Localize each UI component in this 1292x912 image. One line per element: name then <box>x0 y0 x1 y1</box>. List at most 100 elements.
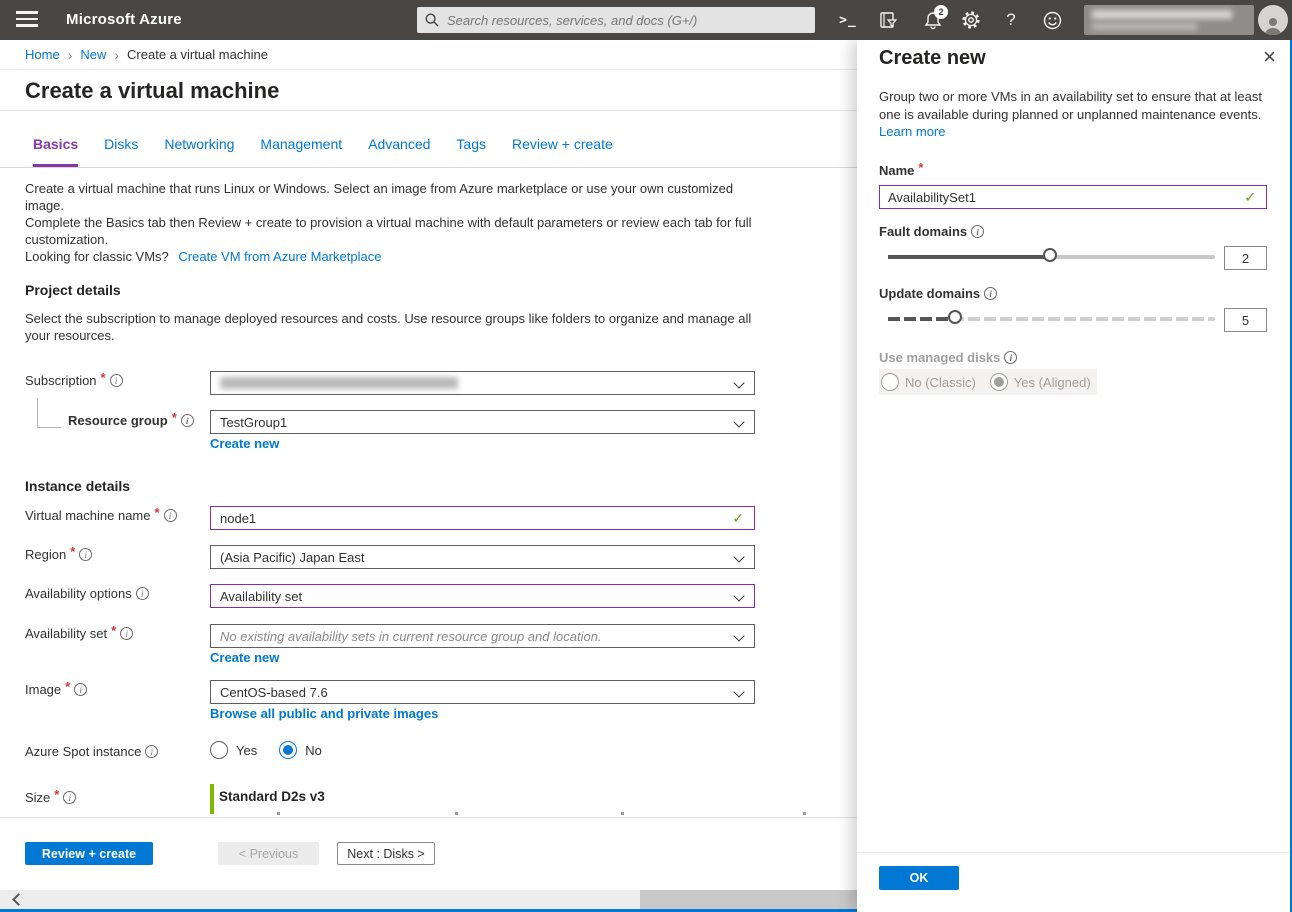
spot-yes-radio[interactable] <box>210 741 228 759</box>
info-icon: i <box>1004 351 1017 364</box>
required-asterisk: * <box>111 623 116 638</box>
size-label: Size*i <box>25 790 76 805</box>
managed-disks-no-radio <box>881 373 899 391</box>
spot-no-radio[interactable] <box>279 741 297 759</box>
region-dropdown[interactable]: (Asia Pacific) Japan East <box>210 545 755 569</box>
update-domains-value[interactable]: 5 <box>1224 308 1267 332</box>
availability-set-dropdown[interactable]: No existing availability sets in current… <box>210 624 755 648</box>
title-divider <box>0 110 857 111</box>
panel-description: Group two or more VMs in an availability… <box>879 88 1271 124</box>
learn-more-link[interactable]: Learn more <box>879 124 945 139</box>
tab-tags[interactable]: Tags <box>456 136 486 167</box>
tab-networking[interactable]: Networking <box>164 136 234 167</box>
resource-group-create-new-link[interactable]: Create new <box>210 436 279 451</box>
size-subtext-clipped <box>219 812 809 816</box>
availability-options-label: Availability optionsi <box>25 586 149 601</box>
cloud-shell-icon[interactable]: >_ <box>831 0 865 40</box>
help-icon[interactable]: ? <box>994 0 1028 40</box>
fault-domains-value[interactable]: 2 <box>1224 246 1267 270</box>
tab-management[interactable]: Management <box>260 136 342 167</box>
tab-review-create[interactable]: Review + create <box>512 136 613 167</box>
panel-footer-divider <box>857 852 1290 853</box>
fault-domains-slider[interactable] <box>888 255 1215 259</box>
review-create-button[interactable]: Review + create <box>25 842 153 865</box>
info-icon: i <box>145 745 158 758</box>
directory-filter-icon[interactable] <box>871 0 905 40</box>
previous-button[interactable]: < Previous <box>218 842 319 865</box>
instance-details-heading: Instance details <box>25 478 130 494</box>
search-icon <box>425 13 439 27</box>
chevron-left-icon[interactable] <box>12 893 25 906</box>
availability-set-label: Availability set*i <box>25 626 133 641</box>
account-info-blurred <box>1084 5 1254 35</box>
browse-images-link[interactable]: Browse all public and private images <box>210 706 438 721</box>
size-value: Standard D2s v3 <box>219 789 325 804</box>
horizontal-scrollbar[interactable] <box>0 890 857 909</box>
subscription-resourcegroup-connector <box>37 398 61 428</box>
chevron-down-icon <box>733 551 744 562</box>
update-domains-slider[interactable] <box>888 317 1215 321</box>
valid-check-icon: ✓ <box>1244 189 1256 206</box>
subscription-dropdown[interactable] <box>210 371 755 395</box>
managed-disks-label: Use managed disksi <box>879 350 1017 365</box>
search-input[interactable] <box>447 13 807 28</box>
breadcrumb-new[interactable]: New <box>80 47 106 62</box>
create-vm-marketplace-link[interactable]: Create VM from Azure Marketplace <box>178 249 381 264</box>
intro-line-3: Looking for classic VMs? <box>25 249 169 264</box>
info-icon: i <box>181 414 194 427</box>
intro-text: Create a virtual machine that runs Linux… <box>25 180 765 265</box>
info-icon: i <box>79 548 92 561</box>
as-name-input[interactable] <box>888 190 1242 205</box>
info-icon: i <box>120 627 133 640</box>
image-dropdown[interactable]: CentOS-based 7.6 <box>210 680 755 704</box>
managed-disks-no-label: No (Classic) <box>905 375 976 390</box>
fault-domains-slider-handle[interactable] <box>1043 248 1057 262</box>
scrollbar-thumb[interactable] <box>640 890 857 909</box>
availability-options-dropdown[interactable]: Availability set <box>210 584 755 608</box>
availability-set-create-new-link[interactable]: Create new <box>210 650 279 665</box>
info-icon: i <box>984 287 997 300</box>
valid-check-icon: ✓ <box>732 510 744 527</box>
avatar[interactable] <box>1258 5 1288 35</box>
breadcrumb-home[interactable]: Home <box>25 47 60 62</box>
chevron-down-icon <box>733 377 744 388</box>
region-label: Region*i <box>25 547 92 562</box>
required-asterisk: * <box>101 370 106 385</box>
image-value: CentOS-based 7.6 <box>220 685 328 700</box>
resource-group-value: TestGroup1 <box>220 415 287 430</box>
tab-advanced[interactable]: Advanced <box>368 136 430 167</box>
tab-disks[interactable]: Disks <box>104 136 138 167</box>
settings-gear-icon[interactable] <box>954 0 988 40</box>
notifications-bell-icon[interactable]: 2 <box>916 0 950 40</box>
intro-line-2: Complete the Basics tab then Review + cr… <box>25 214 765 248</box>
feedback-smiley-icon[interactable] <box>1035 0 1069 40</box>
subscription-label: Subscription*i <box>25 373 123 388</box>
chevron-down-icon <box>733 686 744 697</box>
top-bar: Microsoft Azure >_ 2 ? <box>0 0 1292 40</box>
managed-disks-radio-group: No (Classic) Yes (Aligned) <box>879 369 1097 395</box>
chevron-down-icon <box>733 416 744 427</box>
update-domains-label: Update domainsi <box>879 286 997 301</box>
resource-group-dropdown[interactable]: TestGroup1 <box>210 410 755 434</box>
hamburger-menu-icon[interactable] <box>16 11 38 29</box>
image-label: Image*i <box>25 682 87 697</box>
chevron-down-icon <box>733 630 744 641</box>
update-domains-slider-handle[interactable] <box>948 310 962 324</box>
ok-button[interactable]: OK <box>879 866 959 890</box>
project-details-heading: Project details <box>25 282 121 298</box>
tab-basics[interactable]: Basics <box>33 136 78 167</box>
breadcrumb-separator-icon: › <box>68 47 73 63</box>
global-search[interactable] <box>417 7 815 33</box>
next-disks-button[interactable]: Next : Disks > <box>337 842 435 865</box>
info-icon: i <box>74 683 87 696</box>
vm-name-input[interactable] <box>220 511 726 526</box>
required-asterisk: * <box>155 505 160 520</box>
as-name-label: Name* <box>879 163 923 178</box>
panel-title: Create new <box>879 47 986 70</box>
close-icon[interactable]: × <box>1263 44 1276 70</box>
managed-disks-yes-radio <box>990 373 1008 391</box>
person-icon <box>1262 15 1284 35</box>
spot-instance-label: Azure Spot instancei <box>25 744 158 759</box>
fault-domains-label: Fault domainsi <box>879 224 984 239</box>
info-icon: i <box>110 374 123 387</box>
